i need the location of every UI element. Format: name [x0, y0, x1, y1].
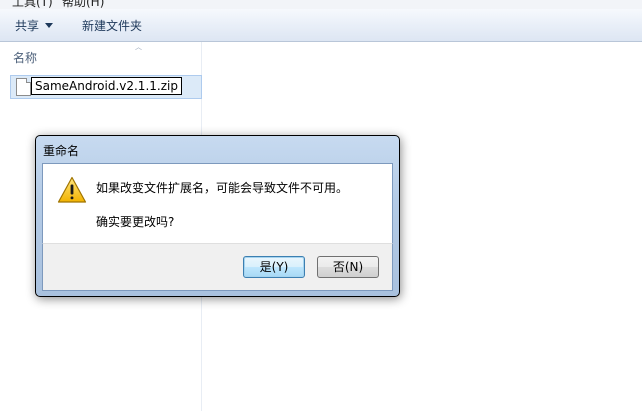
- new-folder-label: 新建文件夹: [82, 19, 143, 33]
- dialog-title: 重命名: [43, 144, 80, 158]
- chevron-down-icon: [45, 23, 54, 28]
- new-folder-button[interactable]: 新建文件夹: [82, 17, 142, 34]
- rename-dialog: 重命名 如果改变文件扩展名，可能会导致文件不可用。 确实要更改吗? 是(Y) 否…: [35, 135, 400, 297]
- dialog-question: 确实要更改吗?: [96, 215, 175, 229]
- rename-input[interactable]: SameAndroid.v2.1.1.zip: [31, 77, 182, 95]
- warning-icon: [57, 176, 87, 203]
- share-button[interactable]: 共享: [15, 17, 54, 34]
- dialog-message: 如果改变文件扩展名，可能会导致文件不可用。: [96, 181, 349, 195]
- no-button[interactable]: 否(N): [317, 256, 379, 278]
- dialog-footer: 是(Y) 否(N): [42, 243, 393, 291]
- share-label: 共享: [15, 19, 40, 33]
- column-header-name[interactable]: 名称: [13, 49, 37, 66]
- sort-up-icon: ︿: [135, 43, 142, 51]
- toolbar: 共享 新建文件夹: [0, 9, 642, 42]
- dialog-body: 如果改变文件扩展名，可能会导致文件不可用。 确实要更改吗?: [42, 163, 393, 243]
- yes-button[interactable]: 是(Y): [243, 256, 305, 278]
- file-icon: [16, 78, 31, 96]
